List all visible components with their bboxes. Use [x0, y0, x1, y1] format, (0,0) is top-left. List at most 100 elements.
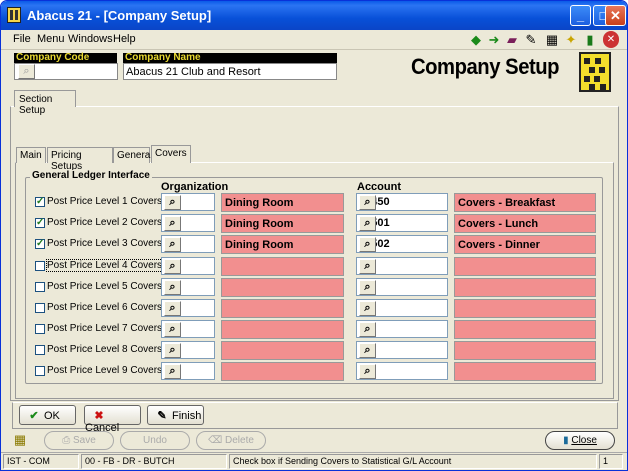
forward-arrow-icon[interactable]: ➜	[486, 31, 502, 48]
search-icon[interactable]: ⌕	[359, 301, 376, 316]
minimize-button[interactable]: _	[570, 5, 591, 26]
quill-icon[interactable]: ✎	[523, 31, 539, 48]
search-icon[interactable]: ⌕	[164, 322, 181, 337]
account-field[interactable]: ⌕	[356, 278, 448, 296]
row-label: Post Price Level 1 Covers	[47, 196, 163, 207]
organization-field[interactable]: ⌕	[161, 299, 215, 317]
post-covers-checkbox[interactable]	[35, 303, 45, 313]
exit-door-icon[interactable]: ▮	[582, 31, 598, 48]
organization-field[interactable]: 10⌕	[161, 214, 215, 232]
menu-file[interactable]: File	[13, 33, 31, 45]
search-icon[interactable]: ⌕	[359, 280, 376, 295]
save-button[interactable]: ⎙ Save	[44, 431, 114, 450]
abacus-logo	[579, 52, 611, 92]
organization-name	[221, 362, 344, 381]
stop-icon[interactable]: ✕	[603, 31, 619, 48]
abacus-small-icon: ▦	[13, 432, 27, 447]
company-name-label: Company Name	[123, 53, 337, 63]
company-code-label: Company Code	[14, 53, 117, 63]
search-icon[interactable]: ⌕	[359, 259, 376, 274]
tab-pricing-setups[interactable]: Pricing Setups	[47, 147, 113, 172]
organization-name	[221, 257, 344, 276]
status-user: IST - COM	[3, 454, 79, 469]
tab-covers[interactable]: Covers	[151, 145, 191, 163]
search-icon[interactable]: ⌕	[164, 259, 181, 274]
search-icon[interactable]: ⌕	[164, 343, 181, 358]
finish-button[interactable]: ✎ Finish	[147, 405, 204, 425]
book-icon[interactable]: ▰	[504, 31, 520, 48]
account-name: Covers - Lunch	[454, 214, 596, 233]
calculator-icon[interactable]: ▦	[544, 31, 560, 48]
company-code-field[interactable]: 00 ⌕	[14, 63, 118, 80]
post-covers-checkbox[interactable]: ✓	[35, 218, 45, 228]
organization-field[interactable]: ⌕	[161, 257, 215, 275]
delete-button[interactable]: ⌫ Delete	[196, 431, 266, 450]
search-icon[interactable]: ⌕	[359, 322, 376, 337]
organization-field[interactable]: ⌕	[161, 341, 215, 359]
table-row: Post Price Level 9 Covers ⌕ ⌕	[1, 361, 627, 382]
account-field[interactable]: ⌕	[356, 299, 448, 317]
menu-help[interactable]: Help	[113, 33, 136, 45]
organization-name: Dining Room	[221, 214, 344, 233]
close-window-button[interactable]: ✕	[605, 5, 626, 26]
post-covers-checkbox[interactable]	[35, 324, 45, 334]
post-covers-checkbox[interactable]	[35, 345, 45, 355]
search-icon[interactable]: ⌕	[164, 301, 181, 316]
search-icon[interactable]: ⌕	[359, 364, 376, 379]
organization-field[interactable]: ⌕	[161, 320, 215, 338]
door-icon: ▮	[563, 435, 569, 446]
account-field[interactable]: 40450⌕	[356, 193, 448, 211]
account-field[interactable]: ⌕	[356, 362, 448, 380]
post-covers-checkbox[interactable]	[35, 282, 45, 292]
company-name-value: Abacus 21 Club and Resort	[126, 66, 261, 78]
menu-windows[interactable]: Windows	[68, 33, 113, 45]
account-field[interactable]: 40502⌕	[356, 235, 448, 253]
account-field[interactable]: ⌕	[356, 320, 448, 338]
title-bar[interactable]: Abacus 21 - [Company Setup] _ □ ✕	[1, 1, 627, 30]
table-row: ✓Post Price Level 2 Covers10⌕ Dining Room…	[1, 213, 627, 234]
runner-icon[interactable]: ✦	[563, 31, 579, 48]
x-icon: ✖	[94, 410, 104, 422]
search-icon[interactable]: ⌕	[18, 64, 35, 79]
post-covers-checkbox[interactable]	[35, 366, 45, 376]
page-title: Company Setup	[411, 54, 560, 79]
search-icon[interactable]: ⌕	[359, 195, 376, 210]
row-label: Post Price Level 7 Covers	[47, 323, 163, 334]
organization-field[interactable]: 10⌕	[161, 193, 215, 211]
row-label: Post Price Level 8 Covers	[47, 344, 163, 355]
status-context: 00 - FB - DR - BUTCH	[81, 454, 227, 469]
company-name-field[interactable]: Abacus 21 Club and Resort	[123, 63, 337, 80]
organization-field[interactable]: 10⌕	[161, 235, 215, 253]
account-name	[454, 299, 596, 318]
organization-field[interactable]: ⌕	[161, 362, 215, 380]
cancel-button[interactable]: ✖Cancel	[84, 405, 141, 434]
ok-button[interactable]: ✔ OK	[19, 405, 76, 425]
post-covers-checkbox[interactable]	[35, 261, 45, 271]
search-icon[interactable]: ⌕	[164, 237, 181, 252]
search-icon[interactable]: ⌕	[164, 364, 181, 379]
organization-name	[221, 320, 344, 339]
search-icon[interactable]: ⌕	[164, 216, 181, 231]
account-field[interactable]: ⌕	[356, 257, 448, 275]
status-page: 1	[599, 454, 623, 469]
organization-name	[221, 299, 344, 318]
post-covers-checkbox[interactable]: ✓	[35, 197, 45, 207]
account-field[interactable]: 40501⌕	[356, 214, 448, 232]
organization-name	[221, 341, 344, 360]
back-arrow-icon[interactable]: ◆	[468, 31, 484, 48]
tab-general[interactable]: General	[113, 147, 153, 163]
search-icon[interactable]: ⌕	[359, 343, 376, 358]
tab-section-setup[interactable]: Section Setup	[14, 90, 76, 116]
tab-main[interactable]: Main	[16, 147, 46, 163]
organization-field[interactable]: ⌕	[161, 278, 215, 296]
search-icon[interactable]: ⌕	[164, 195, 181, 210]
undo-button[interactable]: Undo	[120, 431, 190, 450]
search-icon[interactable]: ⌕	[164, 280, 181, 295]
search-icon[interactable]: ⌕	[359, 216, 376, 231]
search-icon[interactable]: ⌕	[359, 237, 376, 252]
organization-name	[221, 278, 344, 297]
post-covers-checkbox[interactable]: ✓	[35, 239, 45, 249]
menu-menu[interactable]: Menu	[37, 33, 65, 45]
close-button[interactable]: ▮ Close	[545, 431, 615, 450]
account-field[interactable]: ⌕	[356, 341, 448, 359]
